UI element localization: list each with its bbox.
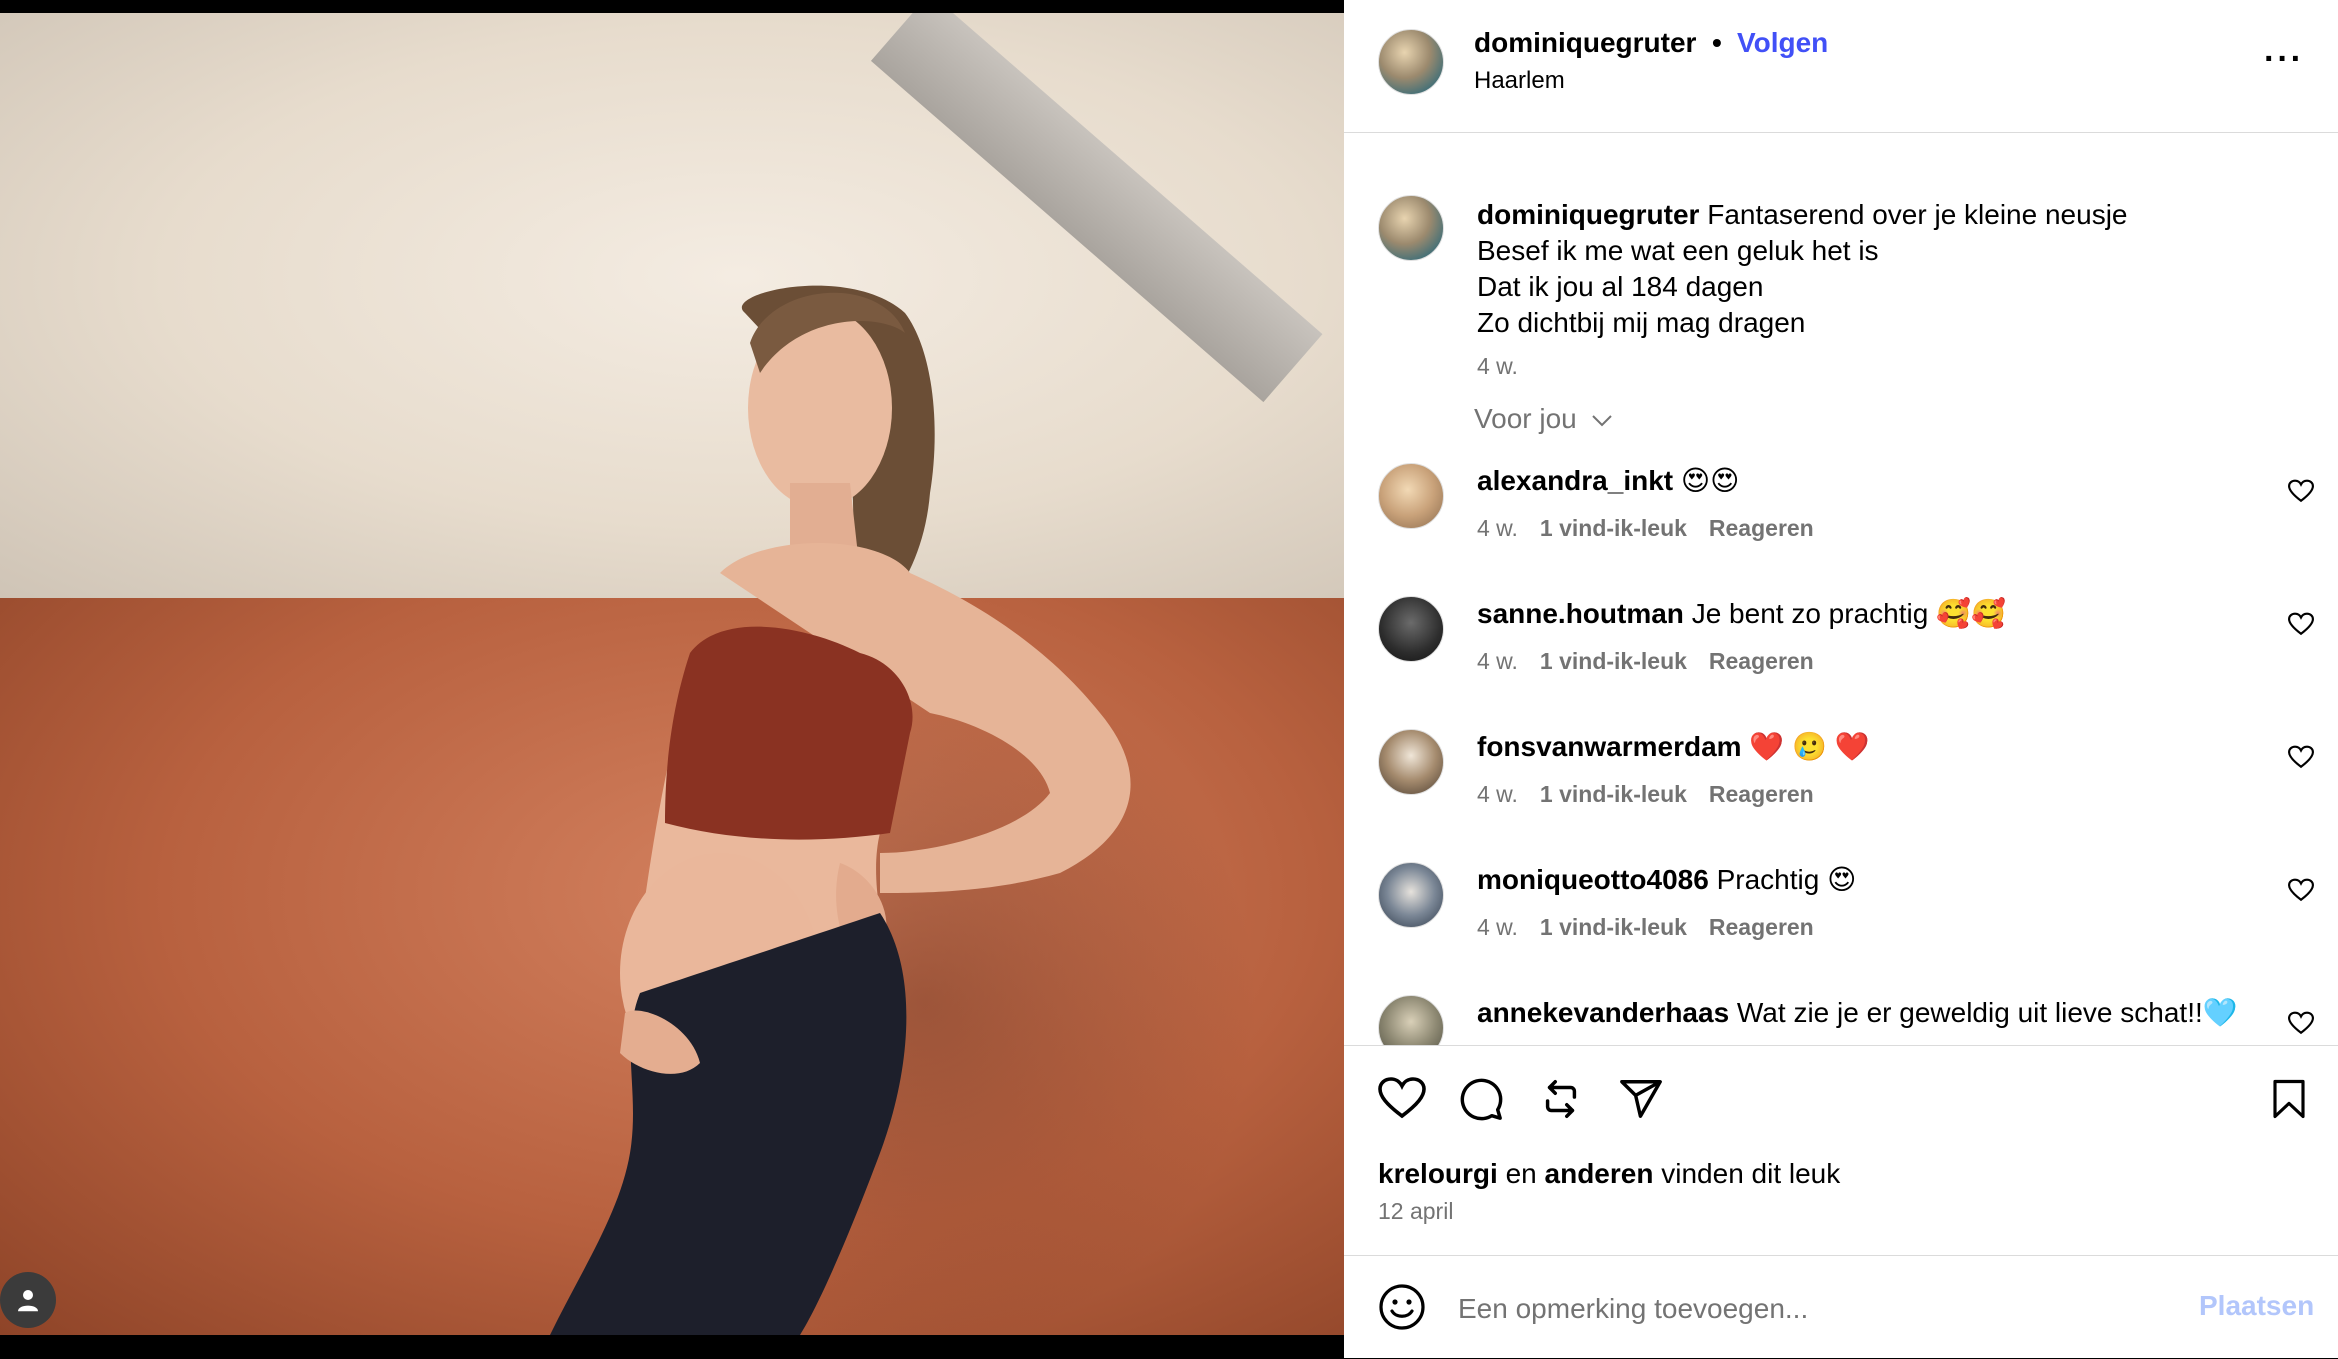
post-actions: krelourgi en anderen vinden dit leuk 12 … xyxy=(1344,1045,2338,1256)
save-bookmark-icon[interactable] xyxy=(2268,1076,2310,1122)
heart-icon[interactable] xyxy=(2288,745,2314,769)
follow-button[interactable]: Volgen xyxy=(1737,27,1828,59)
comment-likes[interactable]: 1 vind-ik-leuk xyxy=(1540,648,1687,674)
share-icon[interactable] xyxy=(1618,1076,1664,1122)
caption-avatar[interactable] xyxy=(1378,195,1444,261)
comment-item: sanne.houtman Je bent zo prachtig 🥰🥰 4 w… xyxy=(1344,596,2338,729)
caption-username[interactable]: dominiquegruter xyxy=(1477,199,1699,230)
heart-icon[interactable] xyxy=(2288,479,2314,503)
commenter-username[interactable]: alexandra_inkt xyxy=(1477,465,1673,496)
author-username[interactable]: dominiquegruter xyxy=(1474,27,1696,59)
likes-others[interactable]: anderen xyxy=(1545,1158,1654,1189)
comment-text: sanne.houtman Je bent zo prachtig 🥰🥰 xyxy=(1477,596,2257,632)
comment-text: fonsvanwarmerdam ❤️ 🥲 ❤️ xyxy=(1477,729,2257,765)
chevron-down-icon xyxy=(1591,414,1612,427)
separator-dot: • xyxy=(1712,27,1722,58)
heart-icon[interactable] xyxy=(2288,1011,2314,1035)
like-heart-icon[interactable] xyxy=(1378,1076,1426,1120)
commenter-avatar[interactable] xyxy=(1378,463,1444,529)
caption-line: Fantaserend over je kleine neusje xyxy=(1707,199,2128,230)
comment-likes[interactable]: 1 vind-ik-leuk xyxy=(1540,781,1687,807)
comment-meta: 4 w. 1 vind-ik-leuk Reageren xyxy=(1477,781,1836,808)
caption-text: dominiquegruter Fantaserend over je klei… xyxy=(1477,197,2277,341)
comment-item: alexandra_inkt 😍😍 4 w. 1 vind-ik-leuk Reag… xyxy=(1344,463,2338,596)
heart-icon[interactable] xyxy=(2288,612,2314,636)
post-date[interactable]: 12 april xyxy=(1378,1198,1453,1225)
tagged-user-button[interactable] xyxy=(0,1272,56,1328)
commenter-username[interactable]: annekevanderhaas xyxy=(1477,997,1729,1028)
comment-likes[interactable]: 1 vind-ik-leuk xyxy=(1540,515,1687,541)
comment-body: Wat zie je er geweldig uit lieve schat!!… xyxy=(1736,997,2238,1028)
likes-suffix: vinden dit leuk xyxy=(1661,1158,1841,1189)
liker-username[interactable]: krelourgi xyxy=(1378,1158,1498,1189)
reply-button[interactable]: Reageren xyxy=(1709,914,1814,940)
post-photo[interactable] xyxy=(0,13,1344,1335)
commenter-avatar[interactable] xyxy=(1378,862,1444,928)
comment-body: Je bent zo prachtig 🥰🥰 xyxy=(1691,598,2006,629)
comment-likes[interactable]: 1 vind-ik-leuk xyxy=(1540,914,1687,940)
comment-time[interactable]: 4 w. xyxy=(1477,781,1518,807)
heart-icon[interactable] xyxy=(2288,878,2314,902)
commenter-username[interactable]: moniqueotto4086 xyxy=(1477,864,1709,895)
commenter-avatar[interactable] xyxy=(1378,596,1444,662)
comments-list[interactable]: dominiquegruter Fantaserend over je klei… xyxy=(1344,133,2338,1045)
post-details-panel: dominiquegruter • Volgen Haarlem ··· dom… xyxy=(1344,0,2338,1358)
caption-line: Zo dichtbij mij mag dragen xyxy=(1477,307,1806,338)
caption-line: Dat ik jou al 184 dagen xyxy=(1477,271,1764,302)
person-figure xyxy=(550,285,1131,1335)
comment-input[interactable] xyxy=(1456,1286,2160,1332)
likes-summary[interactable]: krelourgi en anderen vinden dit leuk xyxy=(1378,1158,1840,1190)
comment-icon[interactable] xyxy=(1458,1076,1504,1122)
more-options-icon[interactable]: ··· xyxy=(2264,40,2304,79)
commenter-username[interactable]: fonsvanwarmerdam xyxy=(1477,731,1742,762)
comment-item: moniqueotto4086 Prachtig 😍 4 w. 1 vind-ik… xyxy=(1344,862,2338,995)
comment-meta: 4 w. 1 vind-ik-leuk Reageren xyxy=(1477,914,1836,941)
comment-body: Prachtig 😍 xyxy=(1716,864,1857,895)
comment-time[interactable]: 4 w. xyxy=(1477,648,1518,674)
comment-filter-label: Voor jou xyxy=(1474,403,1577,434)
author-avatar[interactable] xyxy=(1378,29,1444,95)
comment-body: ❤️ 🥲 ❤️ xyxy=(1749,731,1870,762)
commenter-avatar[interactable] xyxy=(1378,729,1444,795)
comment-text: annekevanderhaas Wat zie je er geweldig … xyxy=(1477,995,2257,1031)
add-comment-bar: Plaatsen xyxy=(1344,1255,2338,1359)
post-comment-button[interactable]: Plaatsen xyxy=(2199,1290,2314,1322)
comment-body: 😍😍 xyxy=(1680,465,1740,496)
comment-text: alexandra_inkt 😍😍 xyxy=(1477,463,2257,499)
reply-button[interactable]: Reageren xyxy=(1709,515,1814,541)
post-header: dominiquegruter • Volgen Haarlem ··· xyxy=(1344,0,2338,133)
user-icon xyxy=(18,1290,38,1312)
caption-time[interactable]: 4 w. xyxy=(1477,353,1518,380)
comment-item: fonsvanwarmerdam ❤️ 🥲 ❤️ 4 w. 1 vind-ik-l… xyxy=(1344,729,2338,862)
comment-meta: 4 w. 1 vind-ik-leuk Reageren xyxy=(1477,515,1836,542)
commenter-avatar[interactable] xyxy=(1378,995,1444,1045)
comment-item: annekevanderhaas Wat zie je er geweldig … xyxy=(1344,995,2338,1045)
comment-meta: 4 w. 1 vind-ik-leuk Reageren xyxy=(1477,648,1836,675)
post-location[interactable]: Haarlem xyxy=(1474,67,1565,95)
caption-line: Besef ik me wat een geluk het is xyxy=(1477,235,1879,266)
comment-text: moniqueotto4086 Prachtig 😍 xyxy=(1477,862,2257,898)
comment-time[interactable]: 4 w. xyxy=(1477,914,1518,940)
repost-icon[interactable] xyxy=(1538,1076,1584,1122)
likes-and: en xyxy=(1505,1158,1537,1189)
comment-filter-dropdown[interactable]: Voor jou xyxy=(1474,403,1613,435)
emoji-icon[interactable] xyxy=(1378,1283,1426,1331)
comment-time[interactable]: 4 w. xyxy=(1477,515,1518,541)
reply-button[interactable]: Reageren xyxy=(1709,781,1814,807)
reply-button[interactable]: Reageren xyxy=(1709,648,1814,674)
commenter-username[interactable]: sanne.houtman xyxy=(1477,598,1684,629)
